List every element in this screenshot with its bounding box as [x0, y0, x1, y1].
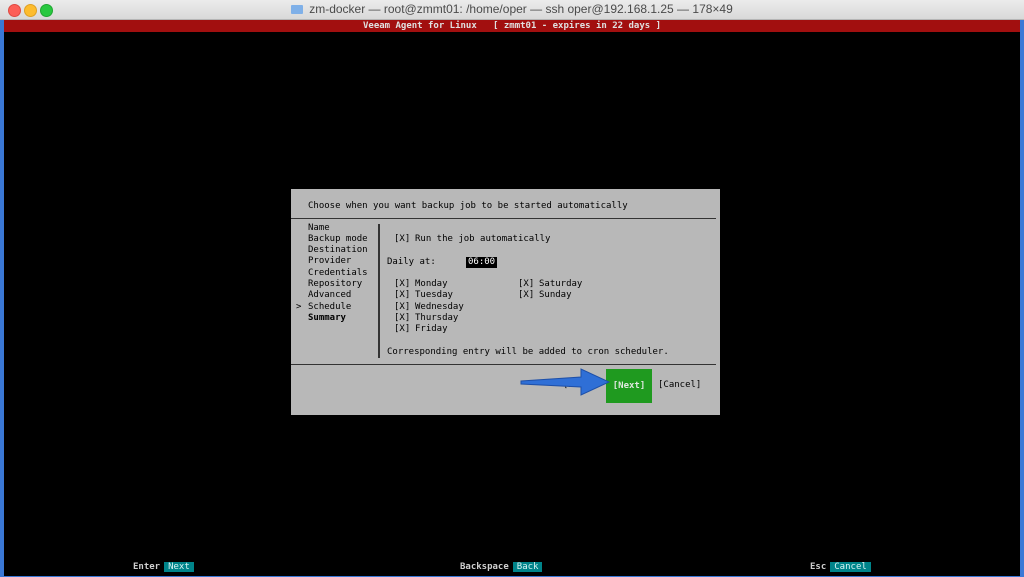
footer-back-action[interactable]: Back	[512, 562, 543, 572]
saturday-checkbox[interactable]: [X]	[518, 279, 534, 289]
saturday-label: Saturday	[539, 279, 583, 289]
footer-backspace-key: Backspace	[460, 562, 509, 572]
footer-esc-key: Esc	[810, 562, 827, 572]
cancel-button[interactable]: [Cancel]	[658, 380, 701, 390]
footer-enter-hint: Enter Next	[133, 562, 194, 573]
wednesday-label: Wednesday	[415, 302, 464, 312]
friday-label: Friday	[415, 324, 448, 334]
monday-checkbox[interactable]: [X]	[394, 279, 410, 289]
sunday-label: Sunday	[539, 290, 572, 300]
dialog-prompt: Choose when you want backup job to be st…	[308, 201, 628, 211]
tuesday-label: Tuesday	[415, 290, 453, 300]
daily-time-input[interactable]: 06:00	[466, 257, 498, 268]
tuesday-checkbox[interactable]: [X]	[394, 290, 410, 300]
cron-note: Corresponding entry will be added to cro…	[387, 347, 669, 357]
folder-icon	[291, 5, 304, 14]
sunday-checkbox[interactable]: [X]	[518, 290, 534, 300]
dialog-divider-top	[291, 218, 716, 219]
dialog-divider-bottom	[291, 364, 716, 365]
step-provider: Provider	[308, 256, 352, 266]
window-title-text: zm-docker — root@zmmt01: /home/oper — ss…	[309, 2, 733, 16]
thursday-checkbox[interactable]: [X]	[394, 313, 410, 323]
next-button[interactable]: [Next]	[606, 369, 652, 403]
thursday-label: Thursday	[415, 313, 459, 323]
terminal-screen[interactable]: Veeam Agent for Linux [ zmmt01 - expires…	[4, 20, 1020, 576]
run-auto-label: Run the job automatically	[415, 234, 551, 244]
step-schedule: Schedule	[308, 302, 352, 312]
schedule-dialog: Choose when you want backup job to be st…	[291, 189, 720, 415]
footer-enter-key: Enter	[133, 562, 161, 572]
window-titlebar: zm-docker — root@zmmt01: /home/oper — ss…	[0, 0, 1024, 20]
wednesday-checkbox[interactable]: [X]	[394, 302, 410, 312]
step-repository: Repository	[308, 279, 363, 289]
step-destination: Destination	[308, 245, 368, 255]
step-list-divider	[378, 224, 380, 358]
current-step-marker: >	[296, 302, 302, 312]
step-name: Name	[308, 223, 330, 233]
pointer-arrow-icon	[520, 368, 611, 396]
footer-cancel-action[interactable]: Cancel	[830, 562, 871, 572]
step-backup-mode: Backup mode	[308, 234, 368, 244]
window-title: zm-docker — root@zmmt01: /home/oper — ss…	[0, 2, 1024, 16]
footer-next-action[interactable]: Next	[164, 562, 194, 572]
monday-label: Monday	[415, 279, 448, 289]
app-header: Veeam Agent for Linux [ zmmt01 - expires…	[4, 20, 1020, 32]
step-advanced: Advanced	[308, 290, 352, 300]
footer-backspace-hint: Backspace Back	[460, 562, 543, 573]
step-credentials: Credentials	[308, 268, 368, 278]
step-summary: Summary	[308, 313, 346, 323]
friday-checkbox[interactable]: [X]	[394, 324, 410, 334]
daily-at-label: Daily at:	[387, 257, 436, 267]
footer-esc-hint: Esc Cancel	[810, 562, 871, 573]
run-auto-checkbox[interactable]: [X]	[394, 234, 410, 244]
